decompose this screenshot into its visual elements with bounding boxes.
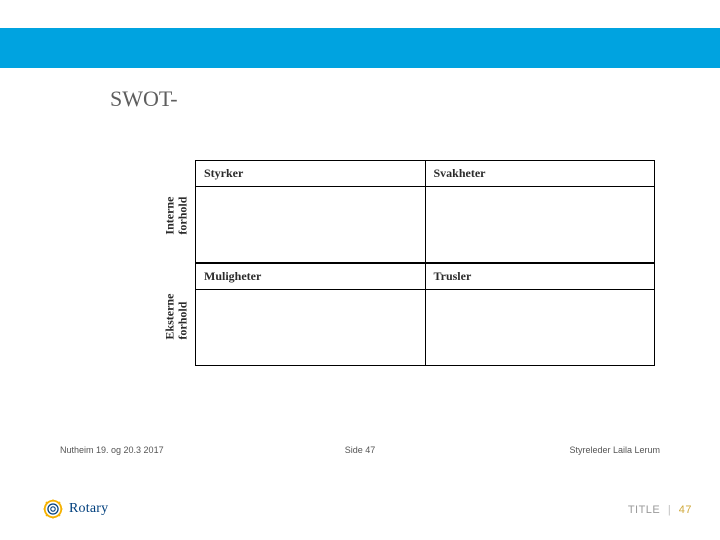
footer-row: Nutheim 19. og 20.3 2017 Side 47 Styrele…: [0, 445, 720, 455]
swot-cell-threats: [426, 290, 656, 366]
swot-cell-strengths: [195, 187, 426, 263]
swot-body-row-internal: [195, 187, 655, 263]
rotary-logo: Rotary: [42, 498, 108, 520]
swot-cell-opportunities: [195, 290, 426, 366]
gear-icon: [42, 498, 64, 520]
swot-head-opportunities: Muligheter: [195, 263, 426, 290]
rotary-logo-text: Rotary: [69, 501, 108, 517]
swot-head-strengths: Styrker: [195, 160, 426, 187]
footer-page-number: 47: [679, 504, 692, 516]
footer-page-text: Side 47: [220, 445, 500, 455]
footer-author: Styreleder Laila Lerum: [500, 445, 660, 455]
swot-row-label-external: Eksterne forhold: [163, 316, 188, 340]
footer-title-label: TITLE: [628, 504, 660, 516]
footer-date-location: Nutheim 19. og 20.3 2017: [60, 445, 220, 455]
page-title: SWOT-: [110, 86, 178, 112]
swot-body-row-external: [195, 290, 655, 366]
swot-header-row-external: Muligheter Trusler: [195, 263, 655, 290]
footer-title-separator: |: [664, 504, 675, 516]
swot-head-weaknesses: Svakheter: [426, 160, 656, 187]
swot-cell-weaknesses: [426, 187, 656, 263]
swot-header-row-internal: Styrker Svakheter: [195, 160, 655, 187]
accent-band: [0, 28, 720, 68]
footer-title-page: TITLE | 47: [628, 504, 692, 516]
slide: SWOT- Interne forhold Eksterne forhold S…: [0, 0, 720, 540]
swot-head-threats: Trusler: [426, 263, 656, 290]
swot-matrix: Styrker Svakheter Muligheter Trusler: [195, 160, 655, 366]
swot-row-label-internal: Interne forhold: [163, 211, 188, 235]
